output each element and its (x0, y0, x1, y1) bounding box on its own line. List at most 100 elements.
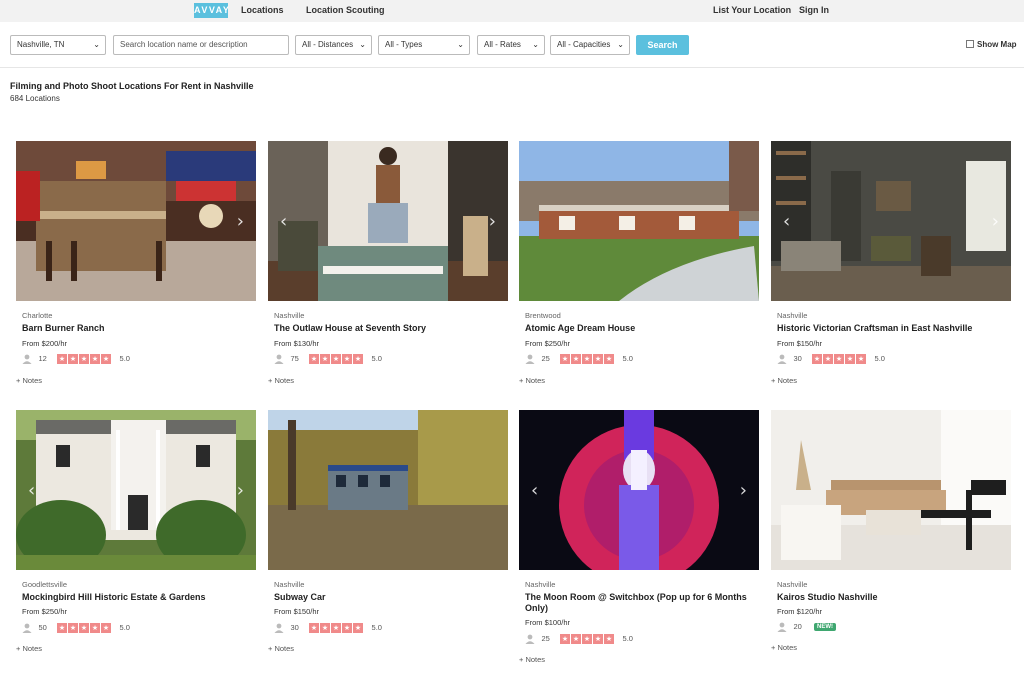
nav-list-your-location-link[interactable]: List Your Location (713, 5, 791, 15)
card-price: From $250/hr (22, 607, 68, 616)
search-input[interactable]: Search location name or description (113, 35, 289, 55)
nav-locations-link[interactable]: Locations (241, 5, 284, 15)
distance-select[interactable]: All - Distances ⌄ (295, 35, 372, 55)
show-map-checkbox[interactable] (966, 40, 974, 48)
card-city: Nashville (777, 311, 808, 320)
add-notes-link[interactable]: + Notes (519, 376, 545, 385)
previous-photo-arrow-icon[interactable]: ‹ (280, 211, 287, 232)
star-icon: ★ (560, 634, 571, 645)
card-capacity: 30 (290, 623, 299, 633)
card-score: 5.0 (622, 634, 633, 644)
star-rating: ★ ★ ★ ★ ★ (560, 353, 615, 365)
next-photo-arrow-icon[interactable]: › (237, 211, 244, 232)
avvay-logo[interactable]: AVVAY (194, 3, 229, 18)
person-icon (777, 354, 787, 364)
card-title[interactable]: The Moon Room @ Switchbox (Pop up for 6 … (525, 592, 755, 614)
card-rating-row: 75 ★ ★ ★ ★ ★ 5.0 (274, 353, 382, 365)
nav-sign-in-link[interactable]: Sign In (799, 5, 829, 15)
show-map-toggle[interactable]: Show Map (966, 40, 1017, 49)
card-rating-row: 30 ★ ★ ★ ★ ★ 5.0 (274, 622, 382, 634)
star-rating: ★ ★ ★ ★ ★ (57, 622, 112, 634)
card-title[interactable]: Mockingbird Hill Historic Estate & Garde… (22, 592, 252, 603)
star-icon: ★ (79, 623, 90, 634)
card-city: Nashville (274, 580, 305, 589)
card-rating-row: 12 ★ ★ ★ ★ ★ 5.0 (22, 353, 130, 365)
star-icon: ★ (57, 354, 68, 365)
add-notes-link[interactable]: + Notes (771, 376, 797, 385)
next-photo-arrow-icon[interactable]: › (992, 211, 999, 232)
card-score: 5.0 (874, 354, 885, 364)
card-city: Nashville (274, 311, 305, 320)
star-icon: ★ (320, 623, 331, 634)
star-rating: ★ ★ ★ ★ ★ (309, 622, 364, 634)
search-bar: Nashville, TN ⌄ Search location name or … (0, 22, 1024, 68)
person-icon (777, 622, 787, 632)
star-icon: ★ (823, 354, 834, 365)
star-icon: ★ (309, 623, 320, 634)
star-rating: ★ ★ ★ ★ ★ (57, 353, 112, 365)
star-icon: ★ (68, 623, 79, 634)
card-title[interactable]: Historic Victorian Craftsman in East Nas… (777, 323, 1007, 334)
card-capacity: 75 (290, 354, 299, 364)
location-photo[interactable]: ‹ › (268, 141, 508, 301)
card-score: 5.0 (371, 623, 382, 633)
star-icon: ★ (582, 634, 593, 645)
card-title[interactable]: The Outlaw House at Seventh Story (274, 323, 504, 334)
star-icon: ★ (79, 354, 90, 365)
card-city: Charlotte (22, 311, 53, 320)
star-icon: ★ (320, 354, 331, 365)
person-icon (274, 354, 284, 364)
previous-photo-arrow-icon[interactable]: ‹ (28, 480, 35, 501)
add-notes-link[interactable]: + Notes (16, 376, 42, 385)
person-icon (274, 623, 284, 633)
card-title[interactable]: Kairos Studio Nashville (777, 592, 1007, 603)
location-photo[interactable]: › (16, 141, 256, 301)
star-icon: ★ (856, 354, 867, 365)
card-title[interactable]: Barn Burner Ranch (22, 323, 252, 334)
location-photo[interactable] (519, 141, 759, 301)
rates-select[interactable]: All - Rates ⌄ (477, 35, 545, 55)
add-notes-link[interactable]: + Notes (268, 644, 294, 653)
card-capacity: 20 (793, 622, 802, 632)
location-photo[interactable] (268, 410, 508, 570)
previous-photo-arrow-icon[interactable]: ‹ (531, 480, 538, 501)
card-title[interactable]: Subway Car (274, 592, 504, 603)
star-icon: ★ (593, 634, 604, 645)
capacities-select[interactable]: All - Capacities ⌄ (550, 35, 630, 55)
search-input-placeholder: Search location name or description (120, 40, 248, 49)
star-icon: ★ (812, 354, 823, 365)
add-notes-link[interactable]: + Notes (268, 376, 294, 385)
card-capacity: 25 (541, 634, 550, 644)
location-photo[interactable]: ‹ › (16, 410, 256, 570)
card-price: From $100/hr (525, 618, 571, 627)
star-icon: ★ (834, 354, 845, 365)
nav-location-scouting-link[interactable]: Location Scouting (306, 5, 385, 15)
add-notes-link[interactable]: + Notes (16, 644, 42, 653)
star-icon: ★ (560, 354, 571, 365)
next-photo-arrow-icon[interactable]: › (740, 480, 747, 501)
person-icon (525, 634, 535, 644)
card-capacity: 12 (38, 354, 47, 364)
star-icon: ★ (604, 354, 615, 365)
location-photo[interactable]: ‹ › (771, 141, 1011, 301)
card-title[interactable]: Atomic Age Dream House (525, 323, 755, 334)
types-select-value: All - Types (385, 40, 423, 49)
city-select[interactable]: Nashville, TN ⌄ (10, 35, 106, 55)
next-photo-arrow-icon[interactable]: › (489, 211, 496, 232)
search-button[interactable]: Search (636, 35, 689, 55)
location-photo[interactable] (771, 410, 1011, 570)
person-icon (22, 354, 32, 364)
card-rating-row: 50 ★ ★ ★ ★ ★ 5.0 (22, 622, 130, 634)
previous-photo-arrow-icon[interactable]: ‹ (783, 211, 790, 232)
types-select[interactable]: All - Types ⌄ (378, 35, 470, 55)
location-photo[interactable]: ‹ › (519, 410, 759, 570)
card-rating-row: 20 NEW! (777, 621, 837, 633)
show-map-label: Show Map (977, 40, 1017, 49)
star-icon: ★ (331, 354, 342, 365)
results-count: 684 Locations (10, 94, 60, 103)
add-notes-link[interactable]: + Notes (771, 643, 797, 652)
add-notes-link[interactable]: + Notes (519, 655, 545, 664)
card-price: From $120/hr (777, 607, 823, 616)
chevron-down-icon: ⌄ (532, 40, 539, 49)
next-photo-arrow-icon[interactable]: › (237, 480, 244, 501)
